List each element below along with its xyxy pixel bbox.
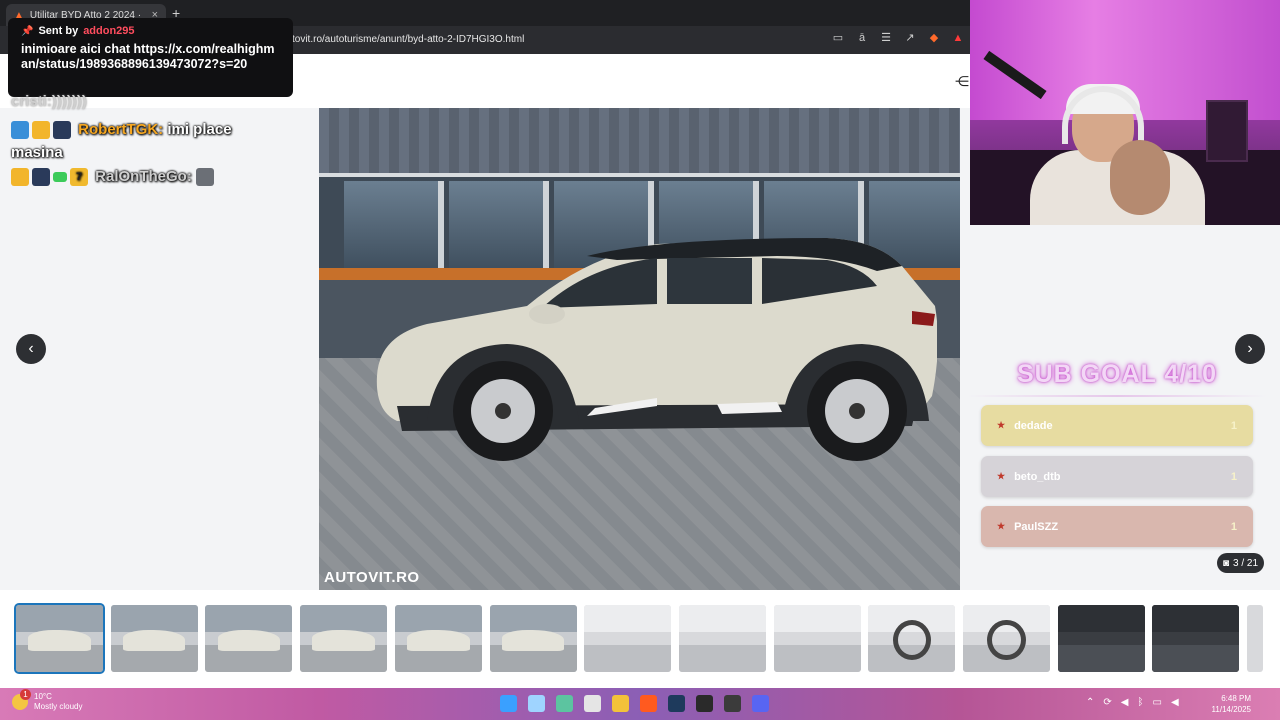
thumbnail[interactable]: [963, 605, 1050, 672]
streamer-arm: [1110, 140, 1170, 215]
photo-counter: ◙ 3 / 21: [1217, 553, 1264, 573]
chat-message: RobertTGK: imi place masina: [11, 118, 281, 164]
thumbnail[interactable]: [394, 605, 482, 672]
thumbnail[interactable]: [678, 605, 766, 672]
alert-message: inimioare aici chat https://x.com/realhi…: [21, 42, 275, 71]
thumbnail[interactable]: [868, 605, 956, 672]
tool-badge-icon: [11, 121, 29, 140]
notification-badge: 1: [20, 689, 31, 700]
reader-icon[interactable]: ☰: [880, 32, 892, 44]
crown-badge-icon: [11, 168, 29, 187]
webcam-overlay: [970, 0, 1280, 225]
seven-badge-icon: 7: [70, 168, 88, 187]
toolbar-icons: ▭ ā ☰ ↗ ◆ ▲: [832, 32, 964, 44]
sub-goal-row: ★ dedade 1: [981, 405, 1253, 446]
green-badge-icon: [53, 172, 67, 183]
emote-icon: [196, 168, 215, 187]
thumbnail[interactable]: [1247, 605, 1263, 672]
chat-message: 7 RalOnTheGo:: [11, 168, 217, 187]
shelf: [1206, 100, 1248, 162]
share-page-icon[interactable]: ↗: [904, 32, 916, 44]
camera-icon: ◙: [1222, 557, 1229, 569]
chat-text: cristi:))))))): [11, 93, 87, 110]
speaker-icon[interactable]: ◀: [1121, 697, 1129, 708]
car-image: [376, 238, 937, 461]
chevron-left-icon: ‹: [28, 340, 34, 357]
chat-username: RalOnTheGo:: [95, 168, 192, 185]
steam-icon[interactable]: [668, 695, 685, 712]
building-wall: [319, 108, 960, 178]
clock-date: 11/14/2025: [1211, 705, 1251, 714]
star-icon: ★: [997, 521, 1006, 531]
prev-photo-button[interactable]: ‹: [16, 334, 46, 364]
start-icon[interactable]: [500, 695, 517, 712]
pin-icon: 📌: [21, 25, 34, 37]
sub-goal-row: ★ PaulSZZ 1: [981, 506, 1253, 547]
volume-icon[interactable]: ◀: [1171, 697, 1179, 708]
share-icon[interactable]: ⋲: [955, 73, 969, 90]
weather-widget[interactable]: 1 10°C Mostly cloudy: [12, 689, 83, 712]
alert-sent-label: Sent by: [38, 25, 79, 37]
store-icon[interactable]: [556, 695, 573, 712]
main-photo[interactable]: AUTOVIT.RO: [319, 108, 960, 590]
sub-goal-name: PaulSZZ: [1014, 520, 1059, 533]
terminal-icon[interactable]: [696, 695, 713, 712]
network-icon[interactable]: ▭: [1152, 697, 1161, 708]
thumbnail[interactable]: [584, 605, 672, 672]
chevron-up-icon[interactable]: ⌃: [1086, 697, 1094, 708]
thumbnail[interactable]: [773, 605, 861, 672]
taskbar-apps: [500, 695, 769, 712]
autovit-watermark: AUTOVIT.RO: [324, 569, 420, 586]
sub-goal-name: beto_dtb: [1014, 470, 1061, 483]
thumbnail[interactable]: [110, 605, 198, 672]
thumbnail[interactable]: [489, 605, 577, 672]
sub-goal-count: 1: [1230, 419, 1237, 432]
obs-icon[interactable]: [724, 695, 741, 712]
discord-icon[interactable]: [752, 695, 769, 712]
sub-goal-name: dedade: [1014, 419, 1053, 432]
sub-goal-row: ★ beto_dtb 1: [981, 456, 1253, 497]
rewards-icon[interactable]: ▲: [952, 32, 964, 44]
windows-taskbar: 1 10°C Mostly cloudy ⌃ ⟳ ◀ ᛒ ▭ ◀ 6:48 PM…: [0, 688, 1280, 720]
app-icon[interactable]: [584, 695, 601, 712]
weather-desc: Mostly cloudy: [34, 702, 83, 711]
thumbnail[interactable]: [14, 603, 105, 674]
thumbnail[interactable]: [300, 605, 388, 672]
task-view-icon[interactable]: [528, 695, 545, 712]
sub-goal-title: SUB GOAL 4/10: [1016, 360, 1218, 388]
chat-alert: 📌 Sent by addon295 inimioare aici chat h…: [8, 18, 293, 97]
brave-icon[interactable]: [640, 695, 657, 712]
thumbnail-strip: [0, 590, 1280, 688]
weather-icon: 1: [12, 689, 31, 710]
ghost-badge-icon: [53, 121, 71, 140]
photo-counter-label: 3 / 21: [1233, 557, 1259, 569]
alert-sender: addon295: [83, 25, 135, 37]
brave-shield-icon[interactable]: ◆: [928, 32, 940, 44]
thumbnail[interactable]: [1057, 605, 1145, 672]
crown-badge-icon: [32, 121, 50, 140]
sub-goal-count: 1: [1230, 470, 1237, 483]
chat-message: cristi:))))))): [11, 93, 87, 110]
chevron-right-icon: ›: [1247, 340, 1253, 357]
thumbnail[interactable]: [205, 605, 293, 672]
alert-header: 📌 Sent by addon295: [21, 25, 280, 37]
star-icon: ★: [997, 471, 1006, 481]
taskbar-clock[interactable]: 6:48 PM 11/14/2025: [1206, 693, 1251, 715]
cast-icon[interactable]: ▭: [832, 32, 844, 44]
screen: ▲ Utilitar BYD Atto 2 2024 · 21 900 € × …: [0, 0, 1280, 720]
star-icon: ★: [997, 420, 1006, 430]
address-bar[interactable]: tovit.ro/autoturisme/anunt/byd-atto-2-ID…: [292, 34, 524, 45]
ghost-badge-icon: [32, 168, 50, 187]
clock-time: 6:48 PM: [1221, 694, 1251, 703]
thumbnail[interactable]: [1152, 605, 1240, 672]
weather-temp: 10°C: [34, 692, 52, 701]
chat-username: RobertTGK:: [78, 121, 164, 138]
sync-icon[interactable]: ⟳: [1103, 697, 1111, 708]
sub-goal-count: 1: [1230, 520, 1237, 533]
files-icon[interactable]: [612, 695, 629, 712]
bluetooth-icon[interactable]: ᛒ: [1137, 697, 1143, 708]
system-tray: ⌃ ⟳ ◀ ᛒ ▭ ◀: [1086, 697, 1179, 708]
translate-icon[interactable]: ā: [856, 32, 868, 44]
